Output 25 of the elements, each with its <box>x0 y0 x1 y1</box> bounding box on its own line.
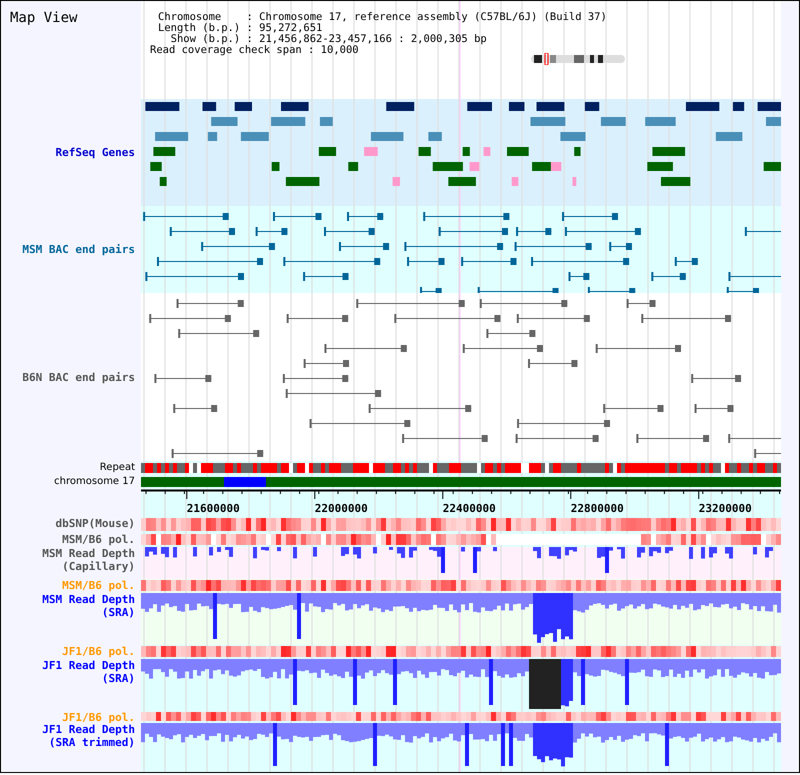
track-label: JF1/B6 pol. <box>62 711 135 723</box>
info-line: Show (b.p.) : 21,456,862-23,457,166 : 2,000,305 bp <box>170 34 488 45</box>
tick-label: 23200000 <box>698 502 752 515</box>
track-label: JF1/B6 pol. <box>62 645 135 658</box>
track-label: JF1 Read Depth (SRA) <box>42 659 135 685</box>
track-label: MSM Read Depth (Capillary) <box>42 547 135 573</box>
track-label: chromosome 17 <box>54 475 135 488</box>
info-line: Length (b.p.) : 95,272,651 <box>157 23 324 34</box>
chromosome-ideogram-icon <box>530 53 626 65</box>
track-label: MSM BAC end pairs <box>22 243 135 256</box>
track-label: MSM/B6 pol. <box>62 533 135 546</box>
info-line: Read coverage check span : 10,000 <box>150 45 360 56</box>
tick-label: 22000000 <box>314 502 368 515</box>
track-label: MSM Read Depth (SRA) <box>42 593 135 619</box>
track-label: JF1 Read Depth (SRA trimmed) <box>42 723 135 749</box>
track-label: dbSNP(Mouse) <box>56 517 135 530</box>
track-label: Repeat <box>100 461 135 474</box>
tick-label: 22400000 <box>442 502 496 515</box>
info-line: Chromosome : Chromosome 17, reference assembly (C57BL/6J) (Build 37) <box>157 12 608 23</box>
track-label: RefSeq Genes <box>56 146 135 159</box>
track-label: B6N BAC end pairs <box>22 370 135 384</box>
track-label: MSM/B6 pol. <box>62 579 135 592</box>
map-view-title: Map View <box>10 10 78 26</box>
tick-label: 22800000 <box>570 502 624 515</box>
tick-label: 21600000 <box>186 502 240 515</box>
